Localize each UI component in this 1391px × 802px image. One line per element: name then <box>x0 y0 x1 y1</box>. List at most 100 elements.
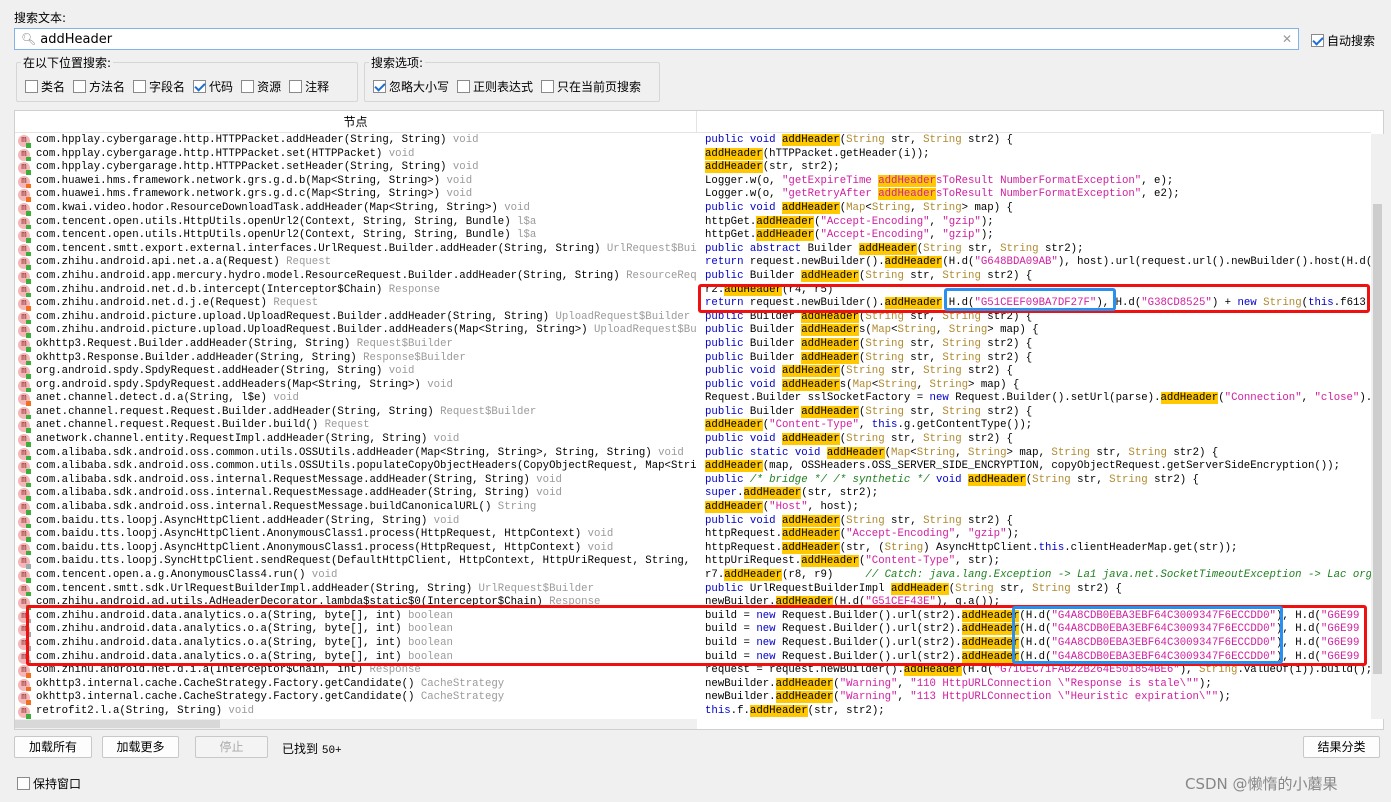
scrollbar-thumb[interactable] <box>1373 204 1382 674</box>
node-list-item[interactable]: m okhttp3.Request.Builder.addHeader(Strin… <box>15 338 697 352</box>
node-list-item[interactable]: m com.baidu.tts.loopj.AsyncHttpClient.add… <box>15 515 697 529</box>
node-list-item[interactable]: m com.zhihu.android.picture.upload.Upload… <box>15 324 697 338</box>
option-资源[interactable]: 资源 <box>241 78 281 95</box>
code-line[interactable]: addHeader("Host", host); <box>699 501 1371 515</box>
node-list-item[interactable]: m com.huawei.hms.framework.network.grs.g.… <box>15 175 697 189</box>
node-list-item[interactable]: m com.zhihu.android.net.d.i.a(Interceptor… <box>15 664 697 678</box>
code-line[interactable]: httpRequest.addHeader(str, (String) Asyn… <box>699 541 1371 556</box>
code-line[interactable]: public void addHeaders(Map<String, Strin… <box>699 378 1371 393</box>
auto-search-checkbox[interactable]: 自动搜索 <box>1311 32 1375 49</box>
code-line[interactable]: public void addHeader(String str, String… <box>699 514 1371 529</box>
code-line[interactable]: super.addHeader(str, str2); <box>699 487 1371 501</box>
code-line[interactable]: r7.addHeader(r8, r9) // Catch: java.lang… <box>699 569 1371 583</box>
node-list-item[interactable]: m okhttp3.internal.cache.CacheStrategy.Fa… <box>15 678 697 692</box>
horizontal-scrollbar[interactable] <box>15 719 697 729</box>
checkbox-icon[interactable] <box>457 80 471 93</box>
node-list-item[interactable]: m okhttp3.internal.cache.CacheStrategy.Fa… <box>15 691 697 705</box>
checkbox-icon[interactable] <box>133 80 147 93</box>
node-list-item[interactable]: m com.hpplay.cybergarage.http.HTTPPacket.… <box>15 161 697 175</box>
checkbox-icon[interactable] <box>73 80 87 93</box>
group-results-button[interactable]: 结果分类 <box>1303 736 1380 758</box>
checkbox-icon[interactable] <box>541 80 555 93</box>
option-只在当前页搜索[interactable]: 只在当前页搜索 <box>541 78 641 95</box>
code-line[interactable]: public void addHeader(String str, String… <box>699 365 1371 379</box>
node-list-item[interactable]: m anet.channel.request.Request.Builder.bu… <box>15 419 697 434</box>
code-line[interactable]: public Builder addHeader(String str, Str… <box>699 405 1371 420</box>
node-list-item[interactable]: m com.zhihu.android.net.d.j.e(Request) Re… <box>15 297 697 311</box>
clear-icon[interactable]: ✕ <box>1282 32 1292 46</box>
code-line[interactable]: request = request.newBuilder().addHeader… <box>699 664 1371 678</box>
checkbox-icon[interactable] <box>25 80 38 93</box>
node-list-item[interactable]: m com.baidu.tts.loopj.SyncHttpClient.send… <box>15 555 697 569</box>
code-line[interactable]: addHeader(hTTPPacket.getHeader(i)); <box>699 147 1371 162</box>
node-list-item[interactable]: m com.zhihu.android.api.net.a.a(Request) … <box>15 256 697 270</box>
node-list-item[interactable]: m anet.channel.request.Request.Builder.ad… <box>15 406 697 420</box>
node-list-item[interactable]: m com.alibaba.sdk.android.oss.common.util… <box>15 460 697 474</box>
vertical-scrollbar[interactable] <box>1371 134 1384 719</box>
code-line[interactable]: public /* bridge */ /* synthetic */ void… <box>699 473 1371 488</box>
checkbox-icon[interactable] <box>289 80 303 93</box>
code-line[interactable]: addHeader(map, OSSHeaders.OSS_SERVER_SID… <box>699 460 1371 474</box>
code-line[interactable]: public UrlRequestBuilderImpl addHeader(S… <box>699 582 1371 597</box>
node-list-item[interactable]: m com.baidu.tts.loopj.AsyncHttpClient.Ano… <box>15 528 697 542</box>
node-list-item[interactable]: m com.tencent.open.a.g.AnonymousClass4.ru… <box>15 569 697 583</box>
search-field[interactable]: 🔍︎ ✕ <box>14 28 1299 50</box>
node-list-item[interactable]: m com.kwai.video.hodor.ResourceDownloadTa… <box>15 202 697 216</box>
code-line[interactable]: public Builder addHeader(String str, Str… <box>699 351 1371 366</box>
code-line[interactable]: public Builder addHeaders(Map<String, St… <box>699 324 1371 338</box>
node-list-item[interactable]: m com.baidu.tts.loopj.AsyncHttpClient.Ano… <box>15 542 697 556</box>
node-list-item[interactable]: m com.alibaba.sdk.android.oss.internal.Re… <box>15 474 697 488</box>
code-line[interactable]: public void addHeader(Map<String, String… <box>699 201 1371 216</box>
option-注释[interactable]: 注释 <box>289 78 329 95</box>
node-list-item[interactable]: m org.android.spdy.SpdyRequest.addHeader(… <box>15 365 697 379</box>
node-list-item[interactable]: m com.hpplay.cybergarage.http.HTTPPacket.… <box>15 134 697 148</box>
load-all-button[interactable]: 加载所有 <box>14 736 92 758</box>
option-类名[interactable]: 类名 <box>25 78 65 95</box>
node-list-item[interactable]: m com.alibaba.sdk.android.oss.common.util… <box>15 447 697 461</box>
node-list-item[interactable]: m com.tencent.open.utils.HttpUtils.openUr… <box>15 229 697 243</box>
column-header-node[interactable]: 节点 <box>15 111 697 133</box>
node-list-item[interactable]: m com.tencent.smtt.export.external.interf… <box>15 243 697 257</box>
keep-window-checkbox[interactable]: 保持窗口 <box>17 775 81 792</box>
checkbox-icon[interactable] <box>373 80 386 93</box>
scrollbar-thumb[interactable] <box>15 720 220 728</box>
code-line[interactable]: httpUriRequest.addHeader("Content-Type",… <box>699 555 1371 569</box>
node-list-item[interactable]: m anetwork.channel.entity.RequestImpl.add… <box>15 433 697 447</box>
node-list-item[interactable]: m retrofit2.l.a(String, String) void <box>15 705 697 719</box>
code-line[interactable]: public Builder addHeader(String str, Str… <box>699 269 1371 284</box>
code-line[interactable]: Logger.w(o, "getExpireTime addHeadersToR… <box>699 174 1371 189</box>
option-忽略大小写[interactable]: 忽略大小写 <box>373 78 449 95</box>
node-list-item[interactable]: m com.tencent.open.utils.HttpUtils.openUr… <box>15 216 697 230</box>
node-list-item[interactable]: m com.hpplay.cybergarage.http.HTTPPacket.… <box>15 148 697 162</box>
node-list-item[interactable]: m anet.channel.detect.d.a(String, l$e) vo… <box>15 392 697 406</box>
code-line[interactable]: httpGet.addHeader("Accept-Encoding", "gz… <box>699 215 1371 230</box>
code-line[interactable]: Logger.w(o, "getRetryAfter addHeadersToR… <box>699 188 1371 202</box>
code-line[interactable]: Request.Builder sslSocketFactory = new R… <box>699 392 1371 406</box>
load-more-button[interactable]: 加载更多 <box>102 736 179 758</box>
code-line[interactable]: public abstract Builder addHeader(String… <box>699 242 1371 257</box>
code-line[interactable]: public void addHeader(String str, String… <box>699 134 1371 148</box>
checkbox-icon[interactable] <box>1311 34 1324 47</box>
node-list-item[interactable]: m com.huawei.hms.framework.network.grs.g.… <box>15 188 697 202</box>
search-input[interactable] <box>40 31 1282 47</box>
option-字段名[interactable]: 字段名 <box>133 78 185 95</box>
code-line[interactable]: httpGet.addHeader("Accept-Encoding", "gz… <box>699 229 1371 243</box>
node-list-item[interactable]: m okhttp3.Response.Builder.addHeader(Stri… <box>15 352 697 366</box>
option-正则表达式[interactable]: 正则表达式 <box>457 78 533 95</box>
code-line[interactable]: addHeader(str, str2); <box>699 161 1371 175</box>
checkbox-icon[interactable] <box>17 777 30 790</box>
code-line[interactable]: public static void addHeader(Map<String,… <box>699 446 1371 461</box>
code-line[interactable]: addHeader("Content-Type", this.g.getCont… <box>699 419 1371 433</box>
option-方法名[interactable]: 方法名 <box>73 78 125 95</box>
code-line[interactable]: httpRequest.addHeader("Accept-Encoding",… <box>699 528 1371 542</box>
node-list-item[interactable]: m com.zhihu.android.picture.upload.Upload… <box>15 311 697 325</box>
code-line[interactable]: this.f.addHeader(str, str2); <box>699 704 1371 719</box>
checkbox-icon[interactable] <box>193 80 207 93</box>
code-line[interactable]: public Builder addHeader(String str, Str… <box>699 337 1371 352</box>
stop-button[interactable]: 停止 <box>195 736 268 758</box>
node-list-item[interactable]: m com.alibaba.sdk.android.oss.internal.Re… <box>15 501 697 515</box>
code-line[interactable]: public void addHeader(String str, String… <box>699 433 1371 447</box>
code-line[interactable]: return request.newBuilder().addHeader(H.… <box>699 256 1371 270</box>
code-line[interactable]: newBuilder.addHeader("Warning", "110 Htt… <box>699 677 1371 692</box>
checkbox-icon[interactable] <box>241 80 255 93</box>
